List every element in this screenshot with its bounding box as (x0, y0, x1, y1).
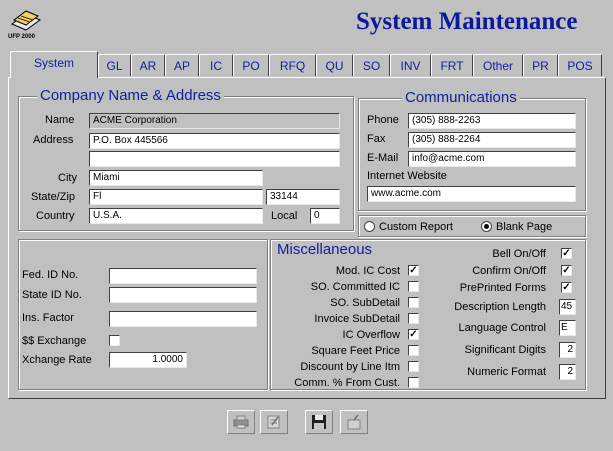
language-control-field[interactable]: E (559, 320, 576, 336)
misc-group-title: Miscellaneous (277, 241, 373, 258)
blank-page-radio[interactable] (481, 221, 492, 232)
significant-digits-field[interactable]: 2 (559, 342, 576, 358)
tab-gl[interactable]: GL (98, 54, 131, 76)
country-field[interactable]: U.S.A. (89, 208, 263, 224)
website-field[interactable]: www.acme.com (367, 186, 576, 202)
notepad-icon (267, 415, 280, 429)
discount-line-label: Discount by Line Itm (300, 361, 400, 373)
exchange-checkbox[interactable] (109, 335, 120, 346)
logo-text: UFP 2000 (8, 34, 35, 40)
state-id-field[interactable] (109, 287, 257, 303)
ins-factor-label: Ins. Factor (22, 312, 74, 324)
so-committed-checkbox[interactable] (408, 281, 419, 292)
significant-digits-label: Significant Digits (464, 344, 546, 356)
square-feet-checkbox[interactable] (408, 345, 419, 356)
tab-qu[interactable]: QU (316, 54, 353, 76)
email-field[interactable]: info@acme.com (408, 151, 576, 167)
window-title: System Maintenance (356, 8, 578, 35)
tab-inv[interactable]: INV (390, 54, 431, 76)
blank-page-label: Blank Page (496, 221, 553, 233)
exit-button[interactable] (340, 410, 368, 434)
invoice-subdetail-label: Invoice SubDetail (314, 313, 400, 325)
preprinted-label: PrePrinted Forms (459, 282, 546, 294)
ic-overflow-label: IC Overflow (342, 329, 400, 341)
app-logo: UFP 2000 (8, 8, 44, 44)
printer-icon (233, 415, 249, 429)
confirm-label: Confirm On/Off (472, 265, 546, 277)
so-committed-label: SO. Committed IC (310, 281, 400, 293)
custom-report-radio[interactable] (364, 221, 375, 232)
bell-label: Bell On/Off (492, 248, 546, 260)
door-exit-icon (347, 414, 361, 430)
print-button[interactable] (227, 410, 255, 434)
exchange-label: $$ Exchange (22, 335, 87, 347)
invoice-subdetail-checkbox[interactable] (408, 313, 419, 324)
tab-strip: System GL AR AP IC PO RFQ QU SO INV FRT … (8, 51, 608, 78)
tab-pr[interactable]: PR (523, 54, 558, 76)
xchange-rate-label: Xchange Rate (22, 354, 92, 366)
tab-frt[interactable]: FRT (431, 54, 473, 76)
tab-ar[interactable]: AR (131, 54, 165, 76)
address-label: Address (33, 134, 74, 146)
tab-ap[interactable]: AP (165, 54, 199, 76)
floppy-disk-icon (312, 415, 326, 429)
state-id-label: State ID No. (22, 289, 82, 301)
phone-field[interactable]: (305) 888-2263 (408, 113, 576, 129)
bell-checkbox[interactable]: ✓ (561, 248, 572, 259)
tab-so[interactable]: SO (353, 54, 390, 76)
ins-factor-field[interactable] (109, 311, 257, 327)
state-zip-label: State/Zip (31, 191, 76, 203)
preprinted-checkbox[interactable]: ✓ (561, 282, 572, 293)
confirm-checkbox[interactable]: ✓ (561, 265, 572, 276)
zip-field[interactable]: 33144 (266, 189, 340, 205)
state-field[interactable]: Fl (89, 189, 263, 205)
fed-id-label: Fed. ID No. (22, 269, 79, 281)
local-field[interactable]: 0 (310, 208, 340, 224)
city-field[interactable]: Miami (89, 170, 263, 186)
company-name-field[interactable]: ACME Corporation (89, 113, 340, 129)
square-feet-label: Square Feet Price (311, 345, 400, 357)
website-label: Internet Website (367, 170, 447, 182)
ic-overflow-checkbox[interactable]: ✓ (408, 329, 419, 340)
so-subdetail-checkbox[interactable] (408, 297, 419, 308)
tab-system[interactable]: System (10, 51, 98, 78)
xchange-rate-field[interactable]: 1.0000 (109, 352, 187, 368)
desc-length-label: Description Length (454, 301, 546, 313)
numeric-format-field[interactable]: 2 (559, 364, 576, 380)
fax-field[interactable]: (305) 888-2264 (408, 132, 576, 148)
address-line1-field[interactable]: P.O. Box 445566 (89, 133, 340, 149)
email-label: E-Mail (367, 152, 399, 164)
city-label: City (58, 172, 77, 184)
edit-button[interactable] (260, 410, 288, 434)
language-control-label: Language Control (458, 322, 546, 334)
communications-group-title: Communications (402, 89, 520, 106)
fax-label: Fax (367, 133, 386, 145)
custom-report-label: Custom Report (379, 221, 453, 233)
desc-length-field[interactable]: 45 (559, 299, 576, 315)
tab-pos[interactable]: POS (558, 54, 602, 76)
address-line2-field[interactable] (89, 151, 340, 167)
tab-po[interactable]: PO (233, 54, 269, 76)
country-label: Country (36, 210, 75, 222)
company-group-title: Company Name & Address (37, 87, 224, 104)
fed-id-field[interactable] (109, 268, 257, 284)
tab-rfq[interactable]: RFQ (269, 54, 316, 76)
local-label: Local (271, 210, 298, 222)
save-button[interactable] (305, 410, 333, 434)
mod-ic-cost-checkbox[interactable]: ✓ (408, 265, 419, 276)
comm-pct-label: Comm. % From Cust. (294, 377, 400, 389)
phone-label: Phone (367, 114, 399, 126)
so-subdetail-label: SO. SubDetail (330, 297, 400, 309)
name-label: Name (45, 114, 75, 126)
tab-ic[interactable]: IC (199, 54, 233, 76)
tab-other[interactable]: Other (473, 54, 523, 76)
discount-line-checkbox[interactable] (408, 361, 419, 372)
numeric-format-label: Numeric Format (467, 366, 546, 378)
comm-pct-checkbox[interactable] (408, 377, 419, 388)
logo-icon (10, 10, 42, 31)
mod-ic-cost-label: Mod. IC Cost (335, 265, 400, 277)
